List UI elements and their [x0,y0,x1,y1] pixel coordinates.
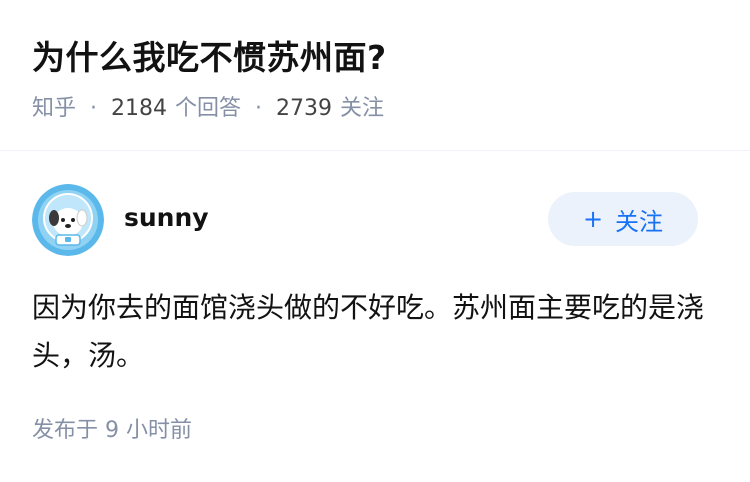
followers-label: 关注 [340,96,385,121]
follow-button-label: 关注 [615,207,664,236]
follow-button[interactable]: + 关注 [548,192,698,246]
answers-label: 个回答 [175,96,242,121]
question-title[interactable]: 为什么我吃不惯苏州面? [32,34,387,82]
publish-time: 发布于 9 小时前 [32,418,192,443]
answers-count: 2184 [111,96,168,121]
question-meta: 知乎 · 2184 个回答 · 2739 关注 [32,93,384,125]
avatar[interactable] [32,184,104,256]
author-name[interactable]: sunny [124,200,209,236]
answer-content[interactable]: 因为你去的面馆浇头做的不好吃。苏州面主要吃的是浇头，汤。 [32,284,712,380]
avatar-dog-icon [32,184,104,256]
source-label[interactable]: 知乎 [32,93,76,125]
meta-separator: · [255,96,263,121]
plus-icon: + [582,205,604,233]
meta-separator: · [90,96,98,121]
divider [0,150,750,151]
followers-count: 2739 [276,96,333,121]
